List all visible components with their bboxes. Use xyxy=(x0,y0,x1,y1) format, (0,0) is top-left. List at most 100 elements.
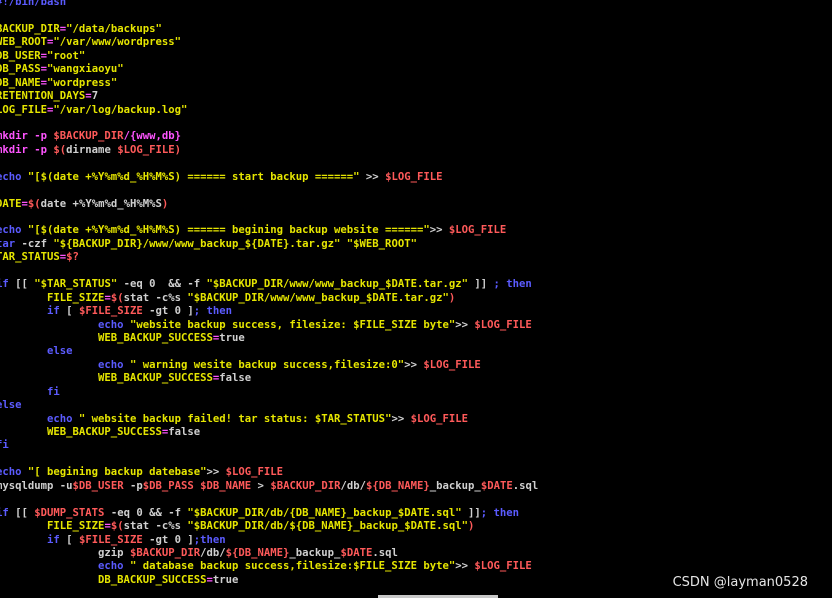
code-token: "[$(date +%Y%m%d_%H%M%S) ====== start ba… xyxy=(27,170,360,183)
code-token: #!/bin/bash xyxy=(0,0,67,8)
code-line: echo " website backup failed! tar status… xyxy=(0,413,538,426)
code-token: ${DB_NAME} xyxy=(225,546,290,559)
code-token: $FILE_SIZE xyxy=(78,305,143,318)
code-line: mkdir -p $(dirname $LOG_FILE) xyxy=(0,144,538,157)
code-line: TAR_STATUS=$? xyxy=(0,251,538,264)
code-token: 7 xyxy=(91,90,99,103)
code-token: [ xyxy=(66,533,79,546)
code-token: "$BACKUP_DIR/www/www_backup_$DATE.tar.gz… xyxy=(206,278,469,291)
code-line: WEB_ROOT="/var/www/wordpress" xyxy=(0,36,538,49)
code-token: .sql xyxy=(372,546,398,559)
code-line: WEB_BACKUP_SUCCESS=false xyxy=(0,426,538,439)
code-token: $LOG_FILE xyxy=(448,224,507,237)
code-token: "wangxiaoyu" xyxy=(47,63,124,76)
code-token: WEB_BACKUP_SUCCESS xyxy=(0,372,213,385)
code-token: if xyxy=(0,533,67,546)
code-token: "$BACKUP_DIR/db/${DB_NAME}_backup_$DATE.… xyxy=(187,520,469,533)
code-line: DB_PASS="wangxiaoyu" xyxy=(0,63,538,76)
code-token: false xyxy=(219,372,252,385)
code-token: $LOG_FILE xyxy=(225,466,284,479)
code-token: >> xyxy=(206,466,226,479)
code-token: BACKUP_DIR xyxy=(0,22,60,35)
code-token: $LOG_FILE xyxy=(474,560,532,573)
code-token: gzip xyxy=(0,546,130,559)
script-text: #!/bin/bash BACKUP_DIR="/data/backups" WE… xyxy=(0,0,538,587)
code-token: ;then xyxy=(193,533,226,546)
code-token: [[ xyxy=(15,506,35,519)
code-token: if xyxy=(0,278,9,291)
code-token: ]] xyxy=(461,506,481,519)
code-token: "[ begining backup datebase" xyxy=(27,466,207,479)
code-token: ; then xyxy=(193,305,233,318)
code-line: LOG_FILE="/var/log/backup.log" xyxy=(0,104,538,117)
code-token: _backup_ xyxy=(429,479,481,492)
code-token: $( xyxy=(27,197,41,210)
code-token: $LOG_FILE xyxy=(117,143,175,156)
code-token: mysqldump -u xyxy=(0,479,73,492)
code-token: " warning wesite backup success,filesize… xyxy=(129,358,405,371)
code-token: -gt 0 ] xyxy=(142,533,194,546)
code-token: -czf xyxy=(21,237,54,250)
code-token: echo xyxy=(0,318,130,331)
code-token: DB_USER xyxy=(0,49,41,62)
code-token: $BACKUP_DIR xyxy=(270,479,341,492)
code-line: gzip $BACKUP_DIR/db/${DB_NAME}_backup_$D… xyxy=(0,547,538,560)
code-line: if [ $FILE_SIZE -gt 0 ]; then xyxy=(0,305,538,318)
code-line: else xyxy=(0,345,538,358)
code-token: ) xyxy=(468,520,475,533)
code-line: mkdir -p $BACKUP_DIR/{www,db} xyxy=(0,130,538,143)
code-token: DB_PASS xyxy=(0,63,41,76)
code-token: $BACKUP_DIR xyxy=(129,546,201,559)
code-token: $( xyxy=(110,291,124,304)
code-token: -eq 0 && -f xyxy=(104,506,188,519)
code-token: mkdir -p xyxy=(0,143,54,156)
code-line: DB_BACKUP_SUCCESS=true xyxy=(0,574,538,587)
code-token: >> xyxy=(429,224,449,237)
code-token: " website backup failed! tar status: $TA… xyxy=(78,412,392,425)
code-token: DATE xyxy=(0,197,22,210)
code-token: ]] xyxy=(468,278,494,291)
code-token: WEB_ROOT xyxy=(0,36,48,49)
code-token: "/var/log/backup.log" xyxy=(53,103,188,116)
code-token: WEB_BACKUP_SUCCESS xyxy=(0,331,213,344)
code-token: ; then xyxy=(493,278,532,291)
code-line: BACKUP_DIR="/data/backups" xyxy=(0,23,538,36)
code-token: $DB_PASS xyxy=(142,479,194,492)
code-line: fi xyxy=(0,439,538,452)
code-token: stat -c%s xyxy=(123,291,188,304)
code-token: $( xyxy=(110,520,124,533)
code-token: $? xyxy=(66,251,79,264)
code-line: fi xyxy=(0,386,538,399)
code-token: mkdir -p xyxy=(0,130,54,143)
code-token: ; then xyxy=(480,506,520,519)
code-token: DB_NAME xyxy=(0,76,41,89)
code-token: ) xyxy=(448,291,456,304)
code-line: echo " warning wesite backup success,fil… xyxy=(0,359,538,372)
code-line: DB_NAME="wordpress" xyxy=(0,77,538,90)
code-token: stat -c%s xyxy=(123,520,188,533)
code-token: DB_BACKUP_SUCCESS xyxy=(0,573,207,586)
code-token: $DB_NAME xyxy=(200,479,252,492)
code-token: "website backup success, filesize: $FILE… xyxy=(129,318,456,331)
code-token: /{www,db} xyxy=(123,130,181,143)
code-token: ${DB_NAME} xyxy=(366,479,430,492)
code-token: fi xyxy=(0,385,60,398)
code-token: $( xyxy=(53,143,67,156)
code-token: $DUMP_STATS xyxy=(34,506,105,519)
code-token: TAR_STATUS xyxy=(0,251,60,264)
code-token: RETENTION_DAYS xyxy=(0,90,86,103)
code-line: if [[ $DUMP_STATS -eq 0 && -f "$BACKUP_D… xyxy=(0,507,538,520)
code-token: [ xyxy=(66,305,79,318)
code-token: "/data/backups" xyxy=(66,22,162,35)
terminal-window[interactable]: #!/bin/bash BACKUP_DIR="/data/backups" WE… xyxy=(0,0,832,598)
code-token: date +%Y%m%d_%H%M%S xyxy=(40,197,162,210)
code-line: WEB_BACKUP_SUCCESS=true xyxy=(0,332,538,345)
